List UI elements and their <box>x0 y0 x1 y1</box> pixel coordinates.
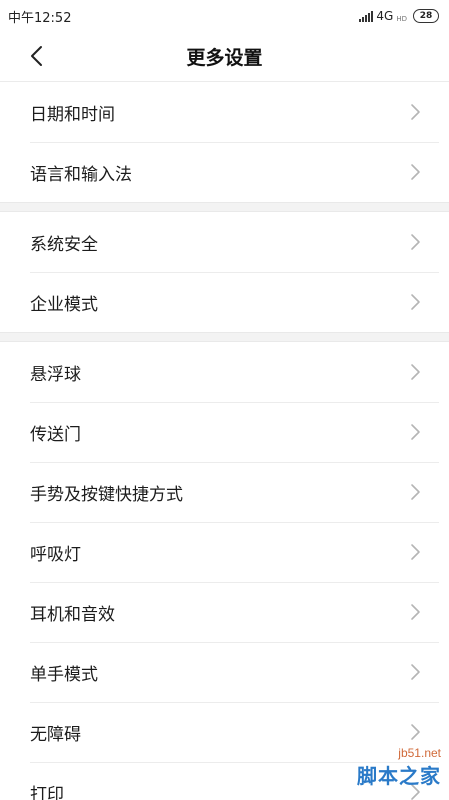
settings-item-label: 耳机和音效 <box>30 604 115 625</box>
watermark-name: 脚本之家 <box>357 764 441 788</box>
chevron-right-icon <box>411 484 420 500</box>
settings-item-label: 手势及按键快捷方式 <box>30 484 183 505</box>
chevron-right-icon <box>411 364 420 380</box>
settings-item-label: 系统安全 <box>30 234 98 255</box>
settings-item[interactable]: 悬浮球 <box>0 342 449 402</box>
chevron-right-icon <box>411 104 420 120</box>
settings-item-label: 无障碍 <box>30 724 81 745</box>
settings-group: 日期和时间语言和输入法 <box>0 82 449 202</box>
settings-item[interactable]: 企业模式 <box>0 272 449 332</box>
settings-item[interactable]: 日期和时间 <box>0 82 449 142</box>
settings-item[interactable]: 系统安全 <box>0 212 449 272</box>
settings-item[interactable]: 单手模式 <box>0 642 449 702</box>
settings-group: 悬浮球传送门手势及按键快捷方式 呼吸灯耳机和音效单手模式无障碍打印 <box>0 342 449 800</box>
settings-item[interactable]: 呼吸灯 <box>0 522 449 582</box>
network-type: 4G <box>376 9 394 23</box>
signal-icon <box>359 10 374 22</box>
app-header: 更多设置 <box>0 32 449 82</box>
chevron-right-icon <box>411 294 420 310</box>
chevron-left-icon <box>31 46 42 66</box>
settings-item-label: 日期和时间 <box>30 104 115 125</box>
network-hd-badge: HD <box>396 14 407 23</box>
settings-item[interactable]: 语言和输入法 <box>0 142 449 202</box>
settings-item-label: 打印 <box>30 784 64 800</box>
battery-level: 28 <box>419 11 433 21</box>
watermark-url: jb51.net <box>398 746 441 760</box>
settings-item[interactable]: 耳机和音效 <box>0 582 449 642</box>
status-bar: 中午12:52 4G HD 28 <box>0 0 449 32</box>
chevron-right-icon <box>411 604 420 620</box>
settings-item-label: 企业模式 <box>30 294 98 315</box>
chevron-right-icon <box>411 234 420 250</box>
group-separator <box>0 202 449 212</box>
battery-icon: 28 <box>413 9 439 23</box>
page-title: 更多设置 <box>186 47 263 69</box>
settings-item-label: 单手模式 <box>30 664 98 685</box>
settings-group: 系统安全 企业模式 <box>0 212 449 332</box>
group-separator <box>0 332 449 342</box>
chevron-right-icon <box>411 724 420 740</box>
settings-item-label: 传送门 <box>30 424 81 445</box>
settings-item-label: 语言和输入法 <box>30 164 132 185</box>
back-button[interactable] <box>26 44 50 68</box>
settings-item-label: 呼吸灯 <box>30 544 81 565</box>
watermark: jb51.net 脚本之家 <box>321 746 441 796</box>
settings-list: 日期和时间语言和输入法 系统安全企业模式悬浮球传送门手势及按键快捷方式 呼吸灯耳机和… <box>0 82 449 800</box>
settings-item[interactable]: 传送门 <box>0 402 449 462</box>
status-indicators: 4G HD 28 <box>359 9 439 23</box>
chevron-right-icon <box>411 424 420 440</box>
settings-item[interactable]: 手势及按键快捷方式 <box>0 462 449 522</box>
chevron-right-icon <box>411 664 420 680</box>
chevron-right-icon <box>411 164 420 180</box>
chevron-right-icon <box>411 544 420 560</box>
settings-item-label: 悬浮球 <box>30 364 81 385</box>
status-time: 中午12:52 <box>8 10 72 26</box>
